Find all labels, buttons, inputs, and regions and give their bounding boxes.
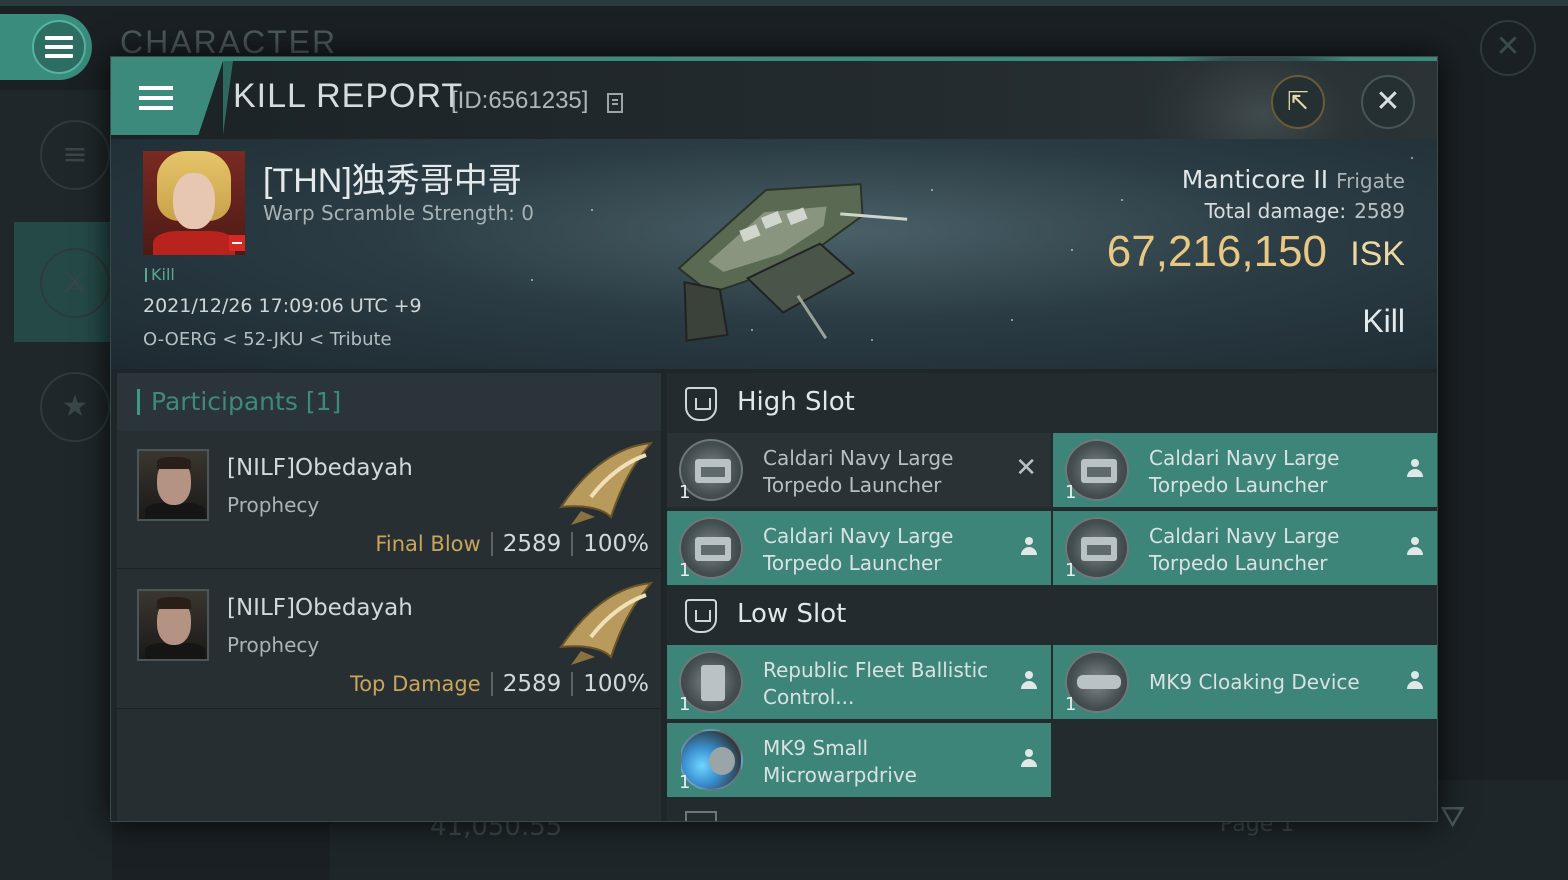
- participant-percent: 100%: [583, 531, 649, 557]
- low-slot-icon: [685, 599, 717, 633]
- module-item[interactable]: 1 Caldari Navy Large Torpedo Launcher: [667, 511, 1051, 585]
- close-icon: ✕: [1375, 84, 1401, 119]
- next-slot-icon: [685, 811, 717, 821]
- modal-menu-button[interactable]: [111, 61, 223, 135]
- module-name: Caldari Navy Large Torpedo Launcher: [763, 524, 954, 575]
- low-slot-label: Low Slot: [737, 599, 847, 629]
- copy-icon[interactable]: [607, 93, 623, 113]
- module-name: MK9 Cloaking Device: [1149, 670, 1360, 694]
- fitting-panel: High Slot 1 Caldari Navy Large Torpedo L…: [667, 373, 1437, 821]
- participant-name: [NILF]Obedayah: [227, 595, 413, 621]
- star-icon[interactable]: ★: [40, 372, 110, 442]
- participant-damage: 2589: [502, 531, 562, 557]
- page-title: KILL REPORT: [233, 77, 464, 115]
- share-button[interactable]: ⇱: [1271, 75, 1325, 129]
- module-item[interactable]: 1 Caldari Navy Large Torpedo Launcher: [1053, 433, 1437, 507]
- share-icon: ⇱: [1287, 87, 1309, 117]
- menu-icon: [32, 20, 86, 74]
- high-slot-icon: [685, 387, 717, 421]
- isk-value: 67,216,150: [1106, 227, 1327, 276]
- ship-render: [677, 183, 908, 342]
- kill-timestamp: 2021/12/26 17:09:06 UTC +9: [143, 295, 422, 317]
- module-quantity: 1: [679, 482, 691, 503]
- participant-name: [NILF]Obedayah: [227, 455, 413, 481]
- module-item[interactable]: 1 Caldari Navy Large Torpedo Launcher ✕: [667, 433, 1051, 507]
- kill-report-modal: KILL REPORT [ID:6561235] ⇱ ✕ [THN]独秀哥中哥 …: [110, 56, 1438, 822]
- dropped-person-icon: [1021, 749, 1037, 769]
- kill-result: Kill: [1362, 303, 1405, 339]
- participant-ship-icon: [558, 581, 654, 665]
- crossed-swords-icon[interactable]: ⚔: [40, 248, 110, 318]
- destroyed-icon: ✕: [1015, 453, 1037, 483]
- module-name: Republic Fleet Ballistic Control...: [763, 658, 989, 709]
- module-item[interactable]: 1 MK9 Cloaking Device: [1053, 645, 1437, 719]
- low-slot-header: Low Slot: [667, 585, 1437, 643]
- menu-button-edge: [223, 61, 233, 135]
- module-item[interactable]: 1 Caldari Navy Large Torpedo Launcher: [1053, 511, 1437, 585]
- victim-name[interactable]: [THN]独秀哥中哥: [263, 153, 522, 202]
- participants-panel: Participants [1] [NILF]Obedayah Prophecy…: [117, 373, 661, 821]
- participants-title: Participants [1]: [151, 387, 342, 416]
- total-damage-label: Total damage:: [1204, 199, 1347, 223]
- victim-banner: [THN]独秀哥中哥 Warp Scramble Strength: 0 Kil…: [111, 139, 1437, 369]
- participant-stats: Top Damage 2589 100%: [350, 671, 649, 697]
- total-damage-value: 2589: [1354, 199, 1405, 223]
- participant-ship-icon: [558, 441, 654, 525]
- modal-header: KILL REPORT [ID:6561235] ⇱ ✕: [111, 57, 1437, 171]
- dropped-person-icon: [1407, 537, 1423, 557]
- close-button[interactable]: ✕: [1361, 75, 1415, 129]
- filter-icon[interactable]: ⛛: [1440, 800, 1465, 835]
- background-top-bar: [0, 0, 1568, 6]
- module-name: Caldari Navy Large Torpedo Launcher: [1149, 524, 1340, 575]
- participant-damage: 2589: [502, 671, 562, 697]
- kill-report-id: [ID:6561235]: [451, 87, 589, 114]
- list-icon[interactable]: ≡: [40, 120, 110, 190]
- module-quantity: 1: [679, 772, 691, 793]
- module-quantity: 1: [1065, 560, 1077, 581]
- background-menu-button[interactable]: [0, 14, 92, 80]
- module-name: Caldari Navy Large Torpedo Launcher: [1149, 446, 1340, 497]
- total-damage: Total damage: 2589: [1205, 199, 1405, 223]
- final-blow-label: Final Blow: [375, 532, 481, 556]
- dropped-person-icon: [1021, 537, 1037, 557]
- avatar[interactable]: [137, 449, 209, 521]
- high-slot-label: High Slot: [737, 387, 855, 417]
- ship-name-text: Manticore II: [1181, 165, 1329, 194]
- module-quantity: 1: [679, 694, 691, 715]
- ship-name[interactable]: Manticore II Frigate: [1182, 165, 1405, 194]
- warp-scramble-strength: Warp Scramble Strength: 0: [263, 201, 534, 225]
- dropped-person-icon: [1021, 671, 1037, 691]
- victim-badge-icon: [229, 235, 245, 251]
- participants-header: Participants [1]: [117, 373, 661, 431]
- isk-unit: ISK: [1350, 235, 1405, 273]
- module-quantity: 1: [1065, 482, 1077, 503]
- module-item[interactable]: 1 Republic Fleet Ballistic Control...: [667, 645, 1051, 719]
- participant-percent: 100%: [583, 671, 649, 697]
- victim-tag: Kill: [145, 265, 175, 284]
- module-name: MK9 Small Microwarpdrive: [763, 736, 917, 787]
- top-damage-label: Top Damage: [349, 672, 481, 696]
- participant-row[interactable]: [NILF]Obedayah Prophecy Final Blow 2589 …: [117, 431, 661, 569]
- background-sidebar: [0, 90, 112, 880]
- ship-class: Frigate: [1336, 169, 1405, 193]
- dropped-person-icon: [1407, 459, 1423, 479]
- participant-stats: Final Blow 2589 100%: [375, 531, 649, 557]
- kill-location[interactable]: O-OERG < 52-JKU < Tribute: [143, 329, 392, 350]
- module-item[interactable]: 1 MK9 Small Microwarpdrive: [667, 723, 1051, 797]
- module-name: Caldari Navy Large Torpedo Launcher: [763, 446, 954, 497]
- dropped-person-icon: [1407, 671, 1423, 691]
- background-close-icon[interactable]: ✕: [1480, 20, 1536, 76]
- avatar[interactable]: [137, 589, 209, 661]
- participant-row[interactable]: [NILF]Obedayah Prophecy Top Damage 2589 …: [117, 571, 661, 709]
- high-slot-header: High Slot: [667, 373, 1437, 431]
- participant-ship: Prophecy: [227, 633, 320, 657]
- module-quantity: 1: [679, 560, 691, 581]
- module-quantity: 1: [1065, 694, 1077, 715]
- participant-ship: Prophecy: [227, 493, 320, 517]
